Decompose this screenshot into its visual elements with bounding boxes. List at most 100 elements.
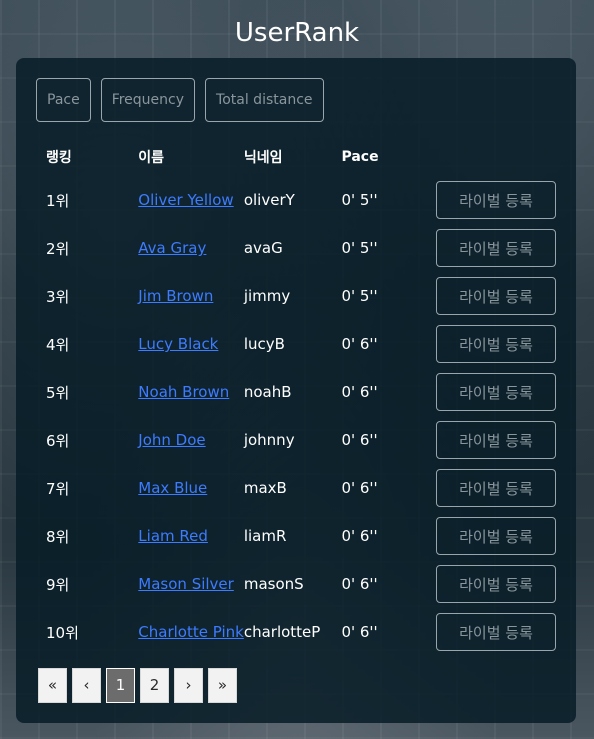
table-row: 5위 Noah Brown noahB 0' 6'' 라이벌 등록 [36,368,556,416]
nickname-cell: avaG [243,239,283,257]
table-row: 6위 John Doe johnny 0' 6'' 라이벌 등록 [36,416,556,464]
register-rival-button[interactable]: 라이벌 등록 [436,613,556,651]
name-cell: Oliver Yellow [138,176,244,224]
name-cell: Lucy Black [138,320,244,368]
rank-cell: 2위 [46,239,70,258]
pagination-page-1-button[interactable]: 1 [106,668,135,703]
pagination-first-button[interactable]: « [38,668,67,703]
action-cell: 라이벌 등록 [436,608,556,656]
rank-cell: 3위 [46,287,70,306]
register-rival-button[interactable]: 라이벌 등록 [436,277,556,315]
user-name-link[interactable]: John Doe [138,431,205,449]
register-rival-button[interactable]: 라이벌 등록 [436,517,556,555]
table-row: 10위 Charlotte Pink charlotteP 0' 6'' 라이벌 등록 [36,608,556,656]
pagination-last-button[interactable]: » [208,668,237,703]
name-cell: Noah Brown [138,368,244,416]
user-name-link[interactable]: Max Blue [138,479,207,497]
column-header-nickname: 닉네임 [243,150,283,166]
rank-cell: 9위 [46,575,70,594]
nickname-cell: maxB [243,479,287,497]
pace-cell: 0' 5'' [341,239,378,257]
user-name-link[interactable]: Oliver Yellow [138,191,233,209]
nickname-cell: jimmy [243,287,291,305]
rank-cell: 6위 [46,431,70,450]
table-row: 2위 Ava Gray avaG 0' 5'' 라이벌 등록 [36,224,556,272]
rank-table-body: 1위 Oliver Yellow oliverY 0' 5'' 라이벌 등록 2위 Ava … [36,176,556,656]
pace-cell: 0' 6'' [341,575,378,593]
rank-cell: 1위 [46,191,70,210]
pace-cell: 0' 6'' [341,479,378,497]
register-rival-button[interactable]: 라이벌 등록 [436,469,556,507]
register-rival-button[interactable]: 라이벌 등록 [436,421,556,459]
register-rival-button[interactable]: 라이벌 등록 [436,565,556,603]
pagination: « ‹ 1 2 › » [38,668,237,703]
rank-cell: 7위 [46,479,70,498]
name-cell: Mason Silver [138,560,244,608]
rank-cell: 10위 [46,623,79,642]
nickname-cell: lucyB [243,335,285,353]
name-cell: John Doe [138,416,244,464]
page-title: UserRank [234,18,360,48]
action-cell: 라이벌 등록 [436,176,556,224]
name-cell: Liam Red [138,512,244,560]
nickname-cell: masonS [243,575,304,593]
table-row: 9위 Mason Silver masonS 0' 6'' 라이벌 등록 [36,560,556,608]
table-row: 7위 Max Blue maxB 0' 6'' 라이벌 등록 [36,464,556,512]
rank-cell: 8위 [46,527,70,546]
rank-cell: 5위 [46,383,70,402]
table-header-row: 랭킹 이름 닉네임 Pace [36,138,556,176]
filter-frequency-button[interactable]: Frequency [100,78,196,122]
user-name-link[interactable]: Charlotte Pink [138,623,244,641]
pace-cell: 0' 6'' [341,431,378,449]
register-rival-button[interactable]: 라이벌 등록 [436,181,556,219]
user-name-link[interactable]: Lucy Black [138,335,218,353]
pace-cell: 0' 6'' [341,623,378,641]
register-rival-button[interactable]: 라이벌 등록 [436,373,556,411]
filter-bar: Pace Frequency Total distance [36,78,324,122]
pagination-page-2-button[interactable]: 2 [140,668,169,703]
name-cell: Max Blue [138,464,244,512]
user-name-link[interactable]: Noah Brown [138,383,229,401]
pace-cell: 0' 6'' [341,383,378,401]
column-header-pace: Pace [341,149,379,165]
action-cell: 라이벌 등록 [436,416,556,464]
table-row: 3위 Jim Brown jimmy 0' 5'' 라이벌 등록 [36,272,556,320]
action-cell: 라이벌 등록 [436,272,556,320]
name-cell: Jim Brown [138,272,244,320]
pagination-prev-button[interactable]: ‹ [72,668,101,703]
table-row: 4위 Lucy Black lucyB 0' 6'' 라이벌 등록 [36,320,556,368]
nickname-cell: johnny [243,431,295,449]
register-rival-button[interactable]: 라이벌 등록 [436,325,556,363]
nickname-cell: charlotteP [243,623,321,641]
register-rival-button[interactable]: 라이벌 등록 [436,229,556,267]
name-cell: Ava Gray [138,224,244,272]
rank-panel: Pace Frequency Total distance 랭킹 이름 닉네임 … [16,58,576,723]
nickname-cell: oliverY [243,191,295,209]
column-header-action [436,138,556,176]
column-header-name: 이름 [138,150,165,166]
name-cell: Charlotte Pink [138,608,244,656]
action-cell: 라이벌 등록 [436,512,556,560]
rank-cell: 4위 [46,335,70,354]
action-cell: 라이벌 등록 [436,464,556,512]
table-row: 8위 Liam Red liamR 0' 6'' 라이벌 등록 [36,512,556,560]
user-name-link[interactable]: Mason Silver [138,575,234,593]
user-name-link[interactable]: Ava Gray [138,239,206,257]
pagination-next-button[interactable]: › [174,668,203,703]
column-header-rank: 랭킹 [46,150,72,166]
pace-cell: 0' 5'' [341,191,378,209]
action-cell: 라이벌 등록 [436,560,556,608]
pace-cell: 0' 5'' [341,287,378,305]
user-name-link[interactable]: Jim Brown [138,287,213,305]
table-row: 1위 Oliver Yellow oliverY 0' 5'' 라이벌 등록 [36,176,556,224]
action-cell: 라이벌 등록 [436,224,556,272]
user-name-link[interactable]: Liam Red [138,527,208,545]
pace-cell: 0' 6'' [341,335,378,353]
action-cell: 라이벌 등록 [436,368,556,416]
nickname-cell: liamR [243,527,287,545]
action-cell: 라이벌 등록 [436,320,556,368]
filter-pace-button[interactable]: Pace [36,78,91,122]
nickname-cell: noahB [243,383,292,401]
pace-cell: 0' 6'' [341,527,378,545]
filter-total-distance-button[interactable]: Total distance [205,78,324,122]
